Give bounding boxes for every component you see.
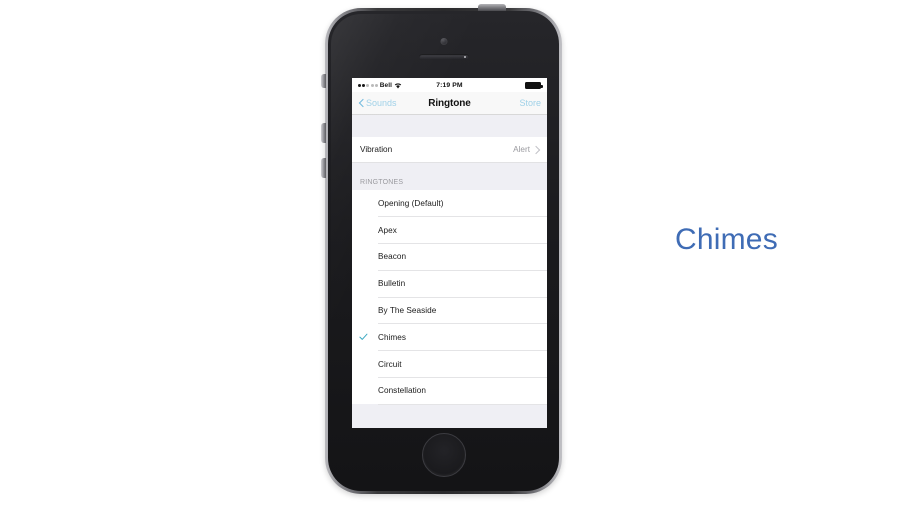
ringtone-label: Apex: [378, 225, 397, 235]
home-button[interactable]: [421, 433, 466, 477]
list-item-selected[interactable]: Chimes: [352, 324, 547, 351]
chevron-left-icon: [358, 98, 364, 108]
back-button[interactable]: Sounds: [358, 98, 397, 108]
earpiece-speaker: [418, 54, 469, 60]
status-bar-clock: 7:19 PM: [436, 81, 463, 89]
battery-icon: [525, 81, 543, 89]
ringtone-label: Bulletin: [378, 279, 406, 289]
list-item[interactable]: Opening (Default): [352, 190, 547, 217]
group-spacer-top: [352, 115, 547, 137]
mute-switch[interactable]: [321, 74, 326, 88]
caption-text: Chimes: [675, 223, 778, 256]
status-bar-right: [525, 81, 543, 89]
list-item[interactable]: Beacon: [352, 244, 547, 271]
back-button-label: Sounds: [366, 98, 397, 108]
vibration-label: Vibration: [360, 145, 393, 154]
power-button[interactable]: [478, 4, 506, 11]
checkmark-icon: [359, 333, 368, 342]
ringtone-label: Beacon: [378, 252, 407, 262]
ringtone-label: Circuit: [378, 359, 402, 369]
ringtone-label: Chimes: [378, 332, 407, 342]
phone-screen: Bell 7:19 PM Sounds Ringtone Store Vibra…: [352, 78, 547, 428]
ringtone-label: Constellation: [378, 386, 426, 396]
navigation-bar: Sounds Ringtone Store: [352, 92, 547, 115]
volume-down-button[interactable]: [321, 158, 326, 178]
status-bar: Bell 7:19 PM: [352, 78, 547, 92]
list-item[interactable]: Constellation: [352, 378, 547, 405]
front-camera-icon: [440, 38, 447, 45]
volume-up-button[interactable]: [321, 123, 326, 143]
ringtone-label: By The Seaside: [378, 306, 437, 316]
list-item[interactable]: Bulletin: [352, 270, 547, 297]
ringtone-label: Opening (Default): [378, 198, 444, 208]
ringtone-list: Opening (Default) Apex Beacon Bulletin B…: [352, 190, 547, 405]
vibration-row[interactable]: Vibration Alert: [352, 137, 547, 163]
list-item[interactable]: Apex: [352, 217, 547, 244]
store-button[interactable]: Store: [519, 98, 541, 108]
section-header-ringtones: RINGTONES: [352, 163, 547, 190]
list-item[interactable]: By The Seaside: [352, 297, 547, 324]
iphone-device: Bell 7:19 PM Sounds Ringtone Store Vibra…: [321, 4, 562, 494]
settings-scroll-view[interactable]: Vibration Alert RINGTONES Opening (Defau…: [352, 115, 547, 428]
list-item[interactable]: Circuit: [352, 351, 547, 378]
